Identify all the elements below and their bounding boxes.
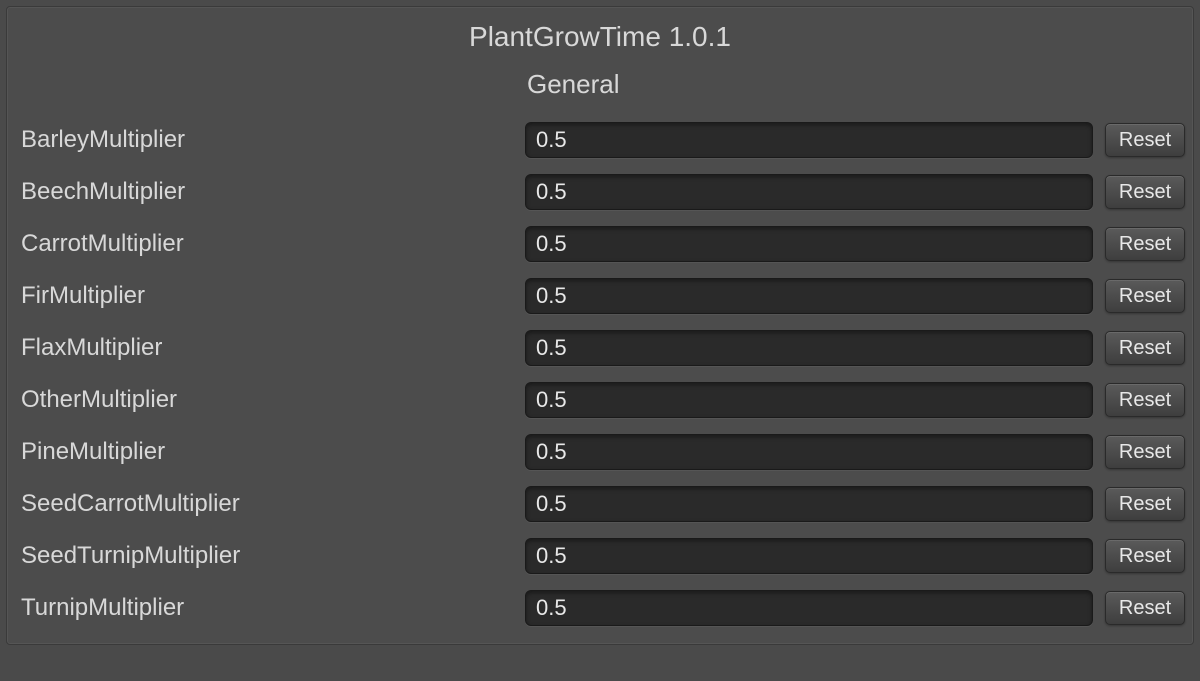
reset-button[interactable]: Reset bbox=[1105, 487, 1185, 521]
setting-input-carrot[interactable] bbox=[525, 226, 1093, 262]
setting-row: BeechMultiplier Reset bbox=[15, 166, 1185, 218]
setting-input-turnip[interactable] bbox=[525, 590, 1093, 626]
setting-label: CarrotMultiplier bbox=[15, 230, 525, 258]
setting-input-beech[interactable] bbox=[525, 174, 1093, 210]
reset-button[interactable]: Reset bbox=[1105, 279, 1185, 313]
setting-row: FlaxMultiplier Reset bbox=[15, 322, 1185, 374]
setting-input-barley[interactable] bbox=[525, 122, 1093, 158]
setting-row: FirMultiplier Reset bbox=[15, 270, 1185, 322]
setting-label: PineMultiplier bbox=[15, 438, 525, 466]
setting-label: OtherMultiplier bbox=[15, 386, 525, 414]
setting-label: BeechMultiplier bbox=[15, 178, 525, 206]
reset-button[interactable]: Reset bbox=[1105, 591, 1185, 625]
reset-button[interactable]: Reset bbox=[1105, 383, 1185, 417]
setting-input-pine[interactable] bbox=[525, 434, 1093, 470]
setting-row: SeedTurnipMultiplier Reset bbox=[15, 530, 1185, 582]
settings-list: BarleyMultiplier Reset BeechMultiplier R… bbox=[7, 114, 1193, 634]
setting-input-other[interactable] bbox=[525, 382, 1093, 418]
reset-button[interactable]: Reset bbox=[1105, 435, 1185, 469]
setting-label: BarleyMultiplier bbox=[15, 126, 525, 154]
panel-title: PlantGrowTime 1.0.1 bbox=[7, 7, 1193, 59]
setting-input-flax[interactable] bbox=[525, 330, 1093, 366]
setting-label: FlaxMultiplier bbox=[15, 334, 525, 362]
setting-input-seedcarrot[interactable] bbox=[525, 486, 1093, 522]
setting-row: OtherMultiplier Reset bbox=[15, 374, 1185, 426]
setting-row: BarleyMultiplier Reset bbox=[15, 114, 1185, 166]
setting-row: SeedCarrotMultiplier Reset bbox=[15, 478, 1185, 530]
setting-label: TurnipMultiplier bbox=[15, 594, 525, 622]
reset-button[interactable]: Reset bbox=[1105, 331, 1185, 365]
section-header: General bbox=[7, 59, 1193, 114]
setting-label: SeedCarrotMultiplier bbox=[15, 490, 525, 518]
setting-input-fir[interactable] bbox=[525, 278, 1093, 314]
setting-row: TurnipMultiplier Reset bbox=[15, 582, 1185, 634]
reset-button[interactable]: Reset bbox=[1105, 123, 1185, 157]
setting-input-seedturnip[interactable] bbox=[525, 538, 1093, 574]
reset-button[interactable]: Reset bbox=[1105, 539, 1185, 573]
reset-button[interactable]: Reset bbox=[1105, 227, 1185, 261]
setting-row: CarrotMultiplier Reset bbox=[15, 218, 1185, 270]
setting-label: FirMultiplier bbox=[15, 282, 525, 310]
config-panel: PlantGrowTime 1.0.1 General BarleyMultip… bbox=[6, 6, 1194, 645]
setting-row: PineMultiplier Reset bbox=[15, 426, 1185, 478]
reset-button[interactable]: Reset bbox=[1105, 175, 1185, 209]
setting-label: SeedTurnipMultiplier bbox=[15, 542, 525, 570]
